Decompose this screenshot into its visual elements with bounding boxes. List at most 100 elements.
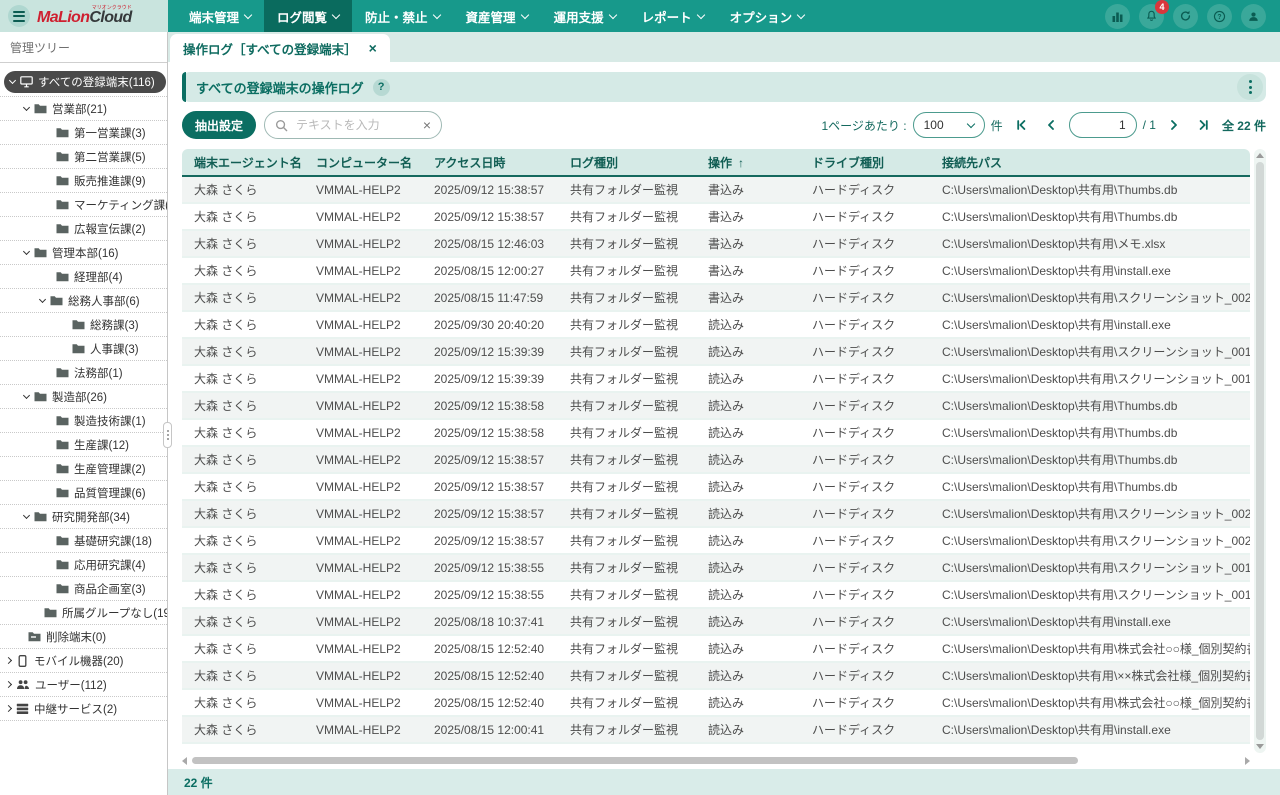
table-row[interactable]: 大森 さくらVMMAL-HELP22025/08/15 12:00:27共有フォ… [182, 258, 1250, 285]
menu-item[interactable]: オプション [717, 0, 818, 32]
column-header-agent[interactable]: 端末エージェント名 [182, 154, 304, 171]
vertical-scrollbar[interactable] [1254, 149, 1266, 753]
pagination: 1ページあたり : 100 件 / 1 [822, 112, 1267, 138]
tree-item[interactable]: すべての登録端末(116) [4, 71, 166, 93]
tree-item[interactable]: 製造技術課(1) [0, 409, 167, 433]
menu-item[interactable]: 運用支援 [541, 0, 629, 32]
last-page-button[interactable] [1192, 113, 1216, 137]
table-row[interactable]: 大森 さくらVMMAL-HELP22025/08/15 12:52:40共有フォ… [182, 636, 1250, 663]
tab-close-icon[interactable]: × [369, 40, 377, 56]
stats-icon[interactable] [1105, 4, 1130, 29]
table-row[interactable]: 大森 さくらVMMAL-HELP22025/09/12 15:38:55共有フォ… [182, 555, 1250, 582]
column-header-datetime[interactable]: アクセス日時 [422, 154, 558, 171]
table-row[interactable]: 大森 さくらVMMAL-HELP22025/09/12 15:38:58共有フォ… [182, 420, 1250, 447]
tree-item[interactable]: 生産課(12) [0, 433, 167, 457]
column-header-drive[interactable]: ドライブ種別 [800, 154, 930, 171]
menu-item[interactable]: 防止・禁止 [352, 0, 453, 32]
table-row[interactable]: 大森 さくらVMMAL-HELP22025/09/12 15:38:57共有フォ… [182, 528, 1250, 555]
tree-item[interactable]: 削除端末(0) [0, 625, 167, 649]
column-header-path[interactable]: 接続先パス [930, 154, 1250, 171]
vertical-scrollbar-thumb[interactable] [1256, 162, 1264, 740]
tree-item[interactable]: 研究開発部(34) [0, 505, 167, 529]
help-icon[interactable]: ? [1207, 4, 1232, 29]
horizontal-scrollbar-thumb[interactable] [192, 757, 1078, 764]
folder-icon [56, 199, 69, 210]
tree-item[interactable]: 管理本部(16) [0, 241, 167, 265]
tree-item[interactable]: 第二営業課(5) [0, 145, 167, 169]
notifications-icon[interactable]: 4 [1139, 4, 1164, 29]
scroll-down-icon[interactable] [1256, 744, 1264, 749]
hamburger-menu-icon[interactable] [8, 5, 30, 27]
tree-item[interactable]: モバイル機器(20) [0, 649, 167, 673]
table-row[interactable]: 大森 さくらVMMAL-HELP22025/09/12 15:38:57共有フォ… [182, 447, 1250, 474]
first-page-button[interactable] [1009, 113, 1033, 137]
chevron-down-icon [23, 247, 30, 254]
table-row[interactable]: 大森 さくらVMMAL-HELP22025/08/15 11:47:59共有フォ… [182, 285, 1250, 312]
tree-item[interactable]: ユーザー(112) [0, 673, 167, 697]
table-row[interactable]: 大森 さくらVMMAL-HELP22025/09/30 20:40:20共有フォ… [182, 312, 1250, 339]
table-row[interactable]: 大森 さくらVMMAL-HELP22025/08/18 10:37:41共有フォ… [182, 609, 1250, 636]
table-row[interactable]: 大森 さくらVMMAL-HELP22025/08/15 12:52:40共有フォ… [182, 663, 1250, 690]
column-header-computer[interactable]: コンピューター名 [304, 154, 422, 171]
tree-item[interactable]: 生産管理課(2) [0, 457, 167, 481]
table-row[interactable]: 大森 さくらVMMAL-HELP22025/09/12 15:39:39共有フォ… [182, 366, 1250, 393]
account-icon[interactable] [1241, 4, 1266, 29]
tab-operation-log[interactable]: 操作ログ［すべての登録端末］ × [170, 34, 390, 62]
table-row[interactable]: 大森 さくらVMMAL-HELP22025/09/12 15:38:57共有フォ… [182, 474, 1250, 501]
column-header-log-type[interactable]: ログ種別 [558, 154, 696, 171]
scroll-left-icon[interactable] [182, 757, 187, 765]
horizontal-scrollbar[interactable] [182, 755, 1250, 767]
tree-item[interactable]: 販売推進課(9) [0, 169, 167, 193]
refresh-icon[interactable] [1173, 4, 1198, 29]
kebab-menu-icon[interactable] [1237, 74, 1263, 100]
tree-item[interactable]: 第一営業課(3) [0, 121, 167, 145]
menu-item[interactable]: ログ閲覧 [264, 0, 352, 32]
extract-settings-button[interactable]: 抽出設定 [182, 111, 256, 139]
search-box: × [264, 111, 442, 139]
panel-help-icon[interactable]: ? [373, 79, 390, 96]
search-clear-icon[interactable]: × [423, 118, 431, 132]
prev-page-button[interactable] [1039, 113, 1063, 137]
tree-item[interactable]: 人事課(3) [0, 337, 167, 361]
tree-item[interactable]: 総務課(3) [0, 313, 167, 337]
chevron-down-icon [520, 10, 528, 18]
cell-log-type: 共有フォルダー監視 [558, 667, 696, 684]
current-page-input[interactable] [1069, 112, 1137, 138]
table-row[interactable]: 大森 さくらVMMAL-HELP22025/08/15 12:00:41共有フォ… [182, 717, 1250, 744]
tree-item[interactable]: 総務人事部(6) [0, 289, 167, 313]
scroll-right-icon[interactable] [1245, 757, 1250, 765]
sidebar-resize-handle[interactable] [163, 422, 172, 448]
next-page-button[interactable] [1162, 113, 1186, 137]
tree-item[interactable]: 製造部(26) [0, 385, 167, 409]
tree-item[interactable]: 商品企画室(3) [0, 577, 167, 601]
menu-item[interactable]: レポート [629, 0, 717, 32]
tree-item[interactable]: 法務部(1) [0, 361, 167, 385]
tree-item[interactable]: マーケティング課(2) [0, 193, 167, 217]
table-row[interactable]: 大森 さくらVMMAL-HELP22025/09/12 15:38:57共有フォ… [182, 177, 1250, 204]
chevron-down-icon [39, 295, 46, 302]
tree-item-label: 経理部(4) [74, 269, 123, 285]
table-row[interactable]: 大森 さくらVMMAL-HELP22025/09/12 15:38:57共有フォ… [182, 501, 1250, 528]
tree-item[interactable]: 所属グループなし(19) [0, 601, 167, 625]
tree-item[interactable]: 応用研究課(4) [0, 553, 167, 577]
menu-item[interactable]: 資産管理 [453, 0, 541, 32]
cell-path: C:\Users\malion\Desktop\共有用\スクリーンショット_00… [930, 586, 1250, 603]
table-row[interactable]: 大森 さくらVMMAL-HELP22025/09/12 15:39:39共有フォ… [182, 339, 1250, 366]
per-page-select[interactable]: 100 [913, 112, 985, 138]
table-row[interactable]: 大森 さくらVMMAL-HELP22025/09/12 15:38:58共有フォ… [182, 393, 1250, 420]
tree-item[interactable]: 基礎研究課(18) [0, 529, 167, 553]
menu-item[interactable]: 端末管理 [176, 0, 264, 32]
tree-item[interactable]: 中継サービス(2) [0, 697, 167, 721]
search-input[interactable] [294, 117, 417, 133]
table-row[interactable]: 大森 さくらVMMAL-HELP22025/08/15 12:52:40共有フォ… [182, 690, 1250, 717]
table-row[interactable]: 大森 さくらVMMAL-HELP22025/09/12 15:38:57共有フォ… [182, 204, 1250, 231]
tree-item[interactable]: 広報宣伝課(2) [0, 217, 167, 241]
column-header-operation[interactable]: 操作↑ [696, 154, 800, 171]
scroll-up-icon[interactable] [1256, 153, 1264, 158]
tree-item[interactable]: 経理部(4) [0, 265, 167, 289]
table-row[interactable]: 大森 さくらVMMAL-HELP22025/08/15 12:46:03共有フォ… [182, 231, 1250, 258]
table-row[interactable]: 大森 さくらVMMAL-HELP22025/09/12 15:38:55共有フォ… [182, 582, 1250, 609]
cell-drive: ハードディスク [800, 721, 930, 738]
tree-item[interactable]: 営業部(21) [0, 97, 167, 121]
tree-item[interactable]: 品質管理課(6) [0, 481, 167, 505]
